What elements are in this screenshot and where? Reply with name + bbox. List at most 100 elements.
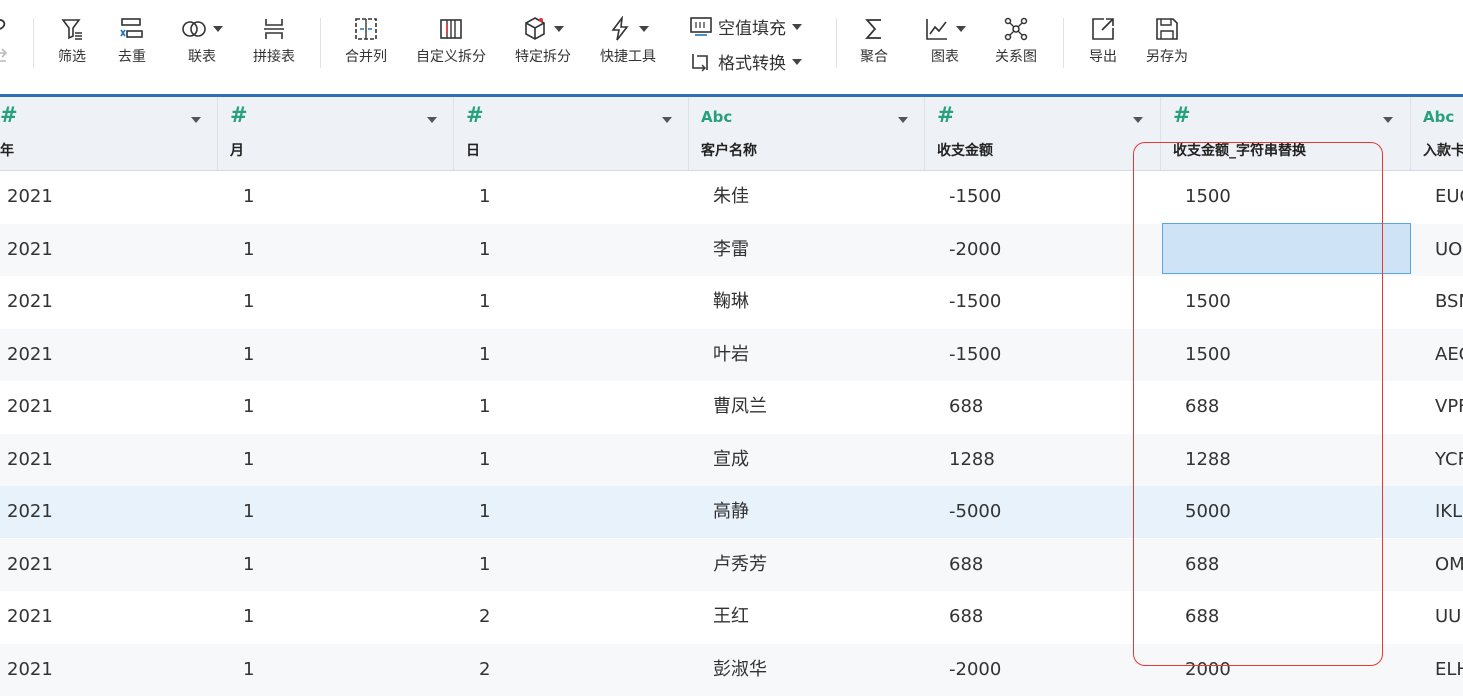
cell-year[interactable]: 2021	[7, 644, 53, 696]
join-button[interactable]: 联表	[178, 14, 226, 66]
cell-deposit-card[interactable]: AEC	[1435, 329, 1463, 381]
fill-null-button[interactable]: 空值填充	[689, 14, 802, 39]
cell-customer-name[interactable]: 叶岩	[713, 329, 749, 381]
cell-customer-name[interactable]: 高静	[713, 486, 749, 538]
cell-amount[interactable]: -2000	[949, 644, 1001, 696]
cell-customer-name[interactable]: 卢秀芳	[713, 539, 767, 591]
selected-cell[interactable]	[1162, 223, 1411, 274]
cell-day[interactable]: 1	[479, 276, 490, 328]
cell-deposit-card[interactable]: IKL	[1435, 486, 1462, 538]
concat-table-button[interactable]: 拼接表	[250, 14, 298, 66]
quick-tools-button[interactable]: 快捷工具	[597, 14, 659, 66]
cell-deposit-card[interactable]: ELH	[1435, 644, 1463, 696]
column-menu-chevron-icon[interactable]	[1133, 117, 1143, 123]
cell-amount-string-replace[interactable]: 688	[1185, 539, 1219, 591]
table-row[interactable]: 2021 1 1 曹凤兰 688 688 VPF	[0, 381, 1463, 433]
cell-month[interactable]: 1	[243, 381, 254, 433]
cell-day[interactable]: 1	[479, 171, 490, 223]
cell-deposit-card[interactable]: BSN	[1435, 276, 1463, 328]
column-menu-chevron-icon[interactable]	[898, 117, 908, 123]
cell-amount-string-replace[interactable]: 688	[1185, 381, 1219, 433]
cell-day[interactable]: 1	[479, 486, 490, 538]
cell-month[interactable]: 1	[243, 591, 254, 643]
cell-deposit-card[interactable]: UUI	[1435, 591, 1463, 643]
table-row[interactable]: 2021 1 1 鞠琳 -1500 1500 BSN	[0, 276, 1463, 328]
cell-year[interactable]: 2021	[7, 329, 53, 381]
cell-deposit-card[interactable]: OM	[1435, 539, 1463, 591]
cell-month[interactable]: 1	[243, 434, 254, 486]
cell-amount[interactable]: 688	[949, 591, 983, 643]
cell-year[interactable]: 2021	[7, 224, 53, 276]
chart-button[interactable]: 图表	[922, 14, 968, 66]
undo-icon[interactable]	[0, 48, 10, 70]
cell-month[interactable]: 1	[243, 171, 254, 223]
cell-year[interactable]: 2021	[7, 276, 53, 328]
cell-day[interactable]: 1	[479, 539, 490, 591]
cell-day[interactable]: 1	[479, 329, 490, 381]
cell-amount[interactable]: -2000	[949, 224, 1001, 276]
table-row[interactable]: 2021 1 2 彭淑华 -2000 2000 ELH	[0, 644, 1463, 696]
custom-split-button[interactable]: 自定义拆分	[413, 14, 489, 66]
save-as-button[interactable]: 另存为	[1143, 14, 1191, 66]
cell-month[interactable]: 1	[243, 644, 254, 696]
column-menu-chevron-icon[interactable]	[1383, 117, 1393, 123]
cell-deposit-card[interactable]: VPF	[1435, 381, 1463, 433]
column-header-month[interactable]: # 月	[218, 97, 454, 170]
table-row[interactable]: 2021 1 1 卢秀芳 688 688 OM	[0, 539, 1463, 591]
cell-day[interactable]: 2	[479, 591, 490, 643]
cell-month[interactable]: 1	[243, 224, 254, 276]
cell-amount-string-replace[interactable]: 1500	[1185, 276, 1231, 328]
cell-customer-name[interactable]: 李雷	[713, 224, 749, 276]
table-row[interactable]: 2021 1 1 高静 -5000 5000 IKL	[0, 486, 1463, 538]
cell-day[interactable]: 1	[479, 434, 490, 486]
column-header-amount[interactable]: # 收支金额	[925, 97, 1161, 170]
cell-deposit-card[interactable]: UO	[1435, 224, 1462, 276]
cell-customer-name[interactable]: 鞠琳	[713, 276, 749, 328]
cell-amount[interactable]: -1500	[949, 171, 1001, 223]
cell-year[interactable]: 2021	[7, 486, 53, 538]
cell-customer-name[interactable]: 朱佳	[713, 171, 749, 223]
column-menu-chevron-icon[interactable]	[191, 117, 201, 123]
cell-amount-string-replace[interactable]: 688	[1185, 591, 1219, 643]
column-header-year[interactable]: # 年	[0, 97, 218, 170]
column-header-day[interactable]: # 日	[454, 97, 689, 170]
cell-amount-string-replace[interactable]: 1500	[1185, 171, 1231, 223]
dedupe-button[interactable]: 去重	[112, 14, 152, 66]
relationship-graph-button[interactable]: 关系图	[992, 14, 1040, 66]
table-row[interactable]: 2021 1 1 朱佳 -1500 1500 EUC	[0, 171, 1463, 223]
merge-columns-button[interactable]: 合并列	[342, 14, 390, 66]
redo-icon[interactable]	[0, 18, 10, 40]
cell-year[interactable]: 2021	[7, 434, 53, 486]
cell-day[interactable]: 1	[479, 381, 490, 433]
cell-year[interactable]: 2021	[7, 171, 53, 223]
export-button[interactable]: 导出	[1085, 14, 1121, 66]
cell-customer-name[interactable]: 彭淑华	[713, 644, 767, 696]
cell-year[interactable]: 2021	[7, 539, 53, 591]
cell-amount-string-replace[interactable]: 5000	[1185, 486, 1231, 538]
cell-deposit-card[interactable]: YCF	[1435, 434, 1463, 486]
filter-button[interactable]: 筛选	[52, 14, 92, 66]
column-menu-chevron-icon[interactable]	[662, 117, 672, 123]
column-header-amount-string-replace[interactable]: # 收支金额_字符串替换	[1161, 97, 1411, 170]
cell-day[interactable]: 1	[479, 224, 490, 276]
cell-day[interactable]: 2	[479, 644, 490, 696]
cell-month[interactable]: 1	[243, 539, 254, 591]
cell-amount[interactable]: -1500	[949, 329, 1001, 381]
column-menu-chevron-icon[interactable]	[427, 117, 437, 123]
cell-month[interactable]: 1	[243, 276, 254, 328]
cell-customer-name[interactable]: 王红	[713, 591, 749, 643]
specific-split-button[interactable]: 特定拆分	[512, 14, 574, 66]
cell-amount-string-replace[interactable]: 1288	[1185, 434, 1231, 486]
cell-year[interactable]: 2021	[7, 591, 53, 643]
cell-amount[interactable]: -1500	[949, 276, 1001, 328]
cell-month[interactable]: 1	[243, 486, 254, 538]
cell-amount[interactable]: -5000	[949, 486, 1001, 538]
table-row[interactable]: 2021 1 1 叶岩 -1500 1500 AEC	[0, 329, 1463, 381]
format-convert-button[interactable]: 格式转换	[689, 49, 802, 74]
cell-deposit-card[interactable]: EUC	[1435, 171, 1463, 223]
column-header-customer-name[interactable]: Abc 客户名称	[689, 97, 925, 170]
aggregate-button[interactable]: 聚合	[856, 14, 892, 66]
cell-year[interactable]: 2021	[7, 381, 53, 433]
cell-amount-string-replace[interactable]: 2000	[1185, 644, 1231, 696]
cell-amount[interactable]: 688	[949, 539, 983, 591]
